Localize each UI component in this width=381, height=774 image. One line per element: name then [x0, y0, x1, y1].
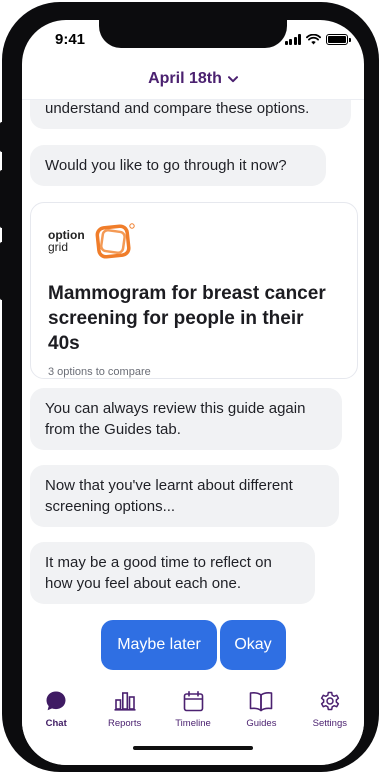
bar-chart-icon — [114, 692, 136, 711]
maybe-later-button[interactable]: Maybe later — [101, 620, 217, 670]
chat-thread[interactable]: understand and compare these options. Wo… — [22, 100, 364, 690]
volume-up-button — [0, 170, 4, 228]
chat-message: understand and compare these options. — [30, 100, 351, 129]
home-indicator — [133, 746, 253, 750]
status-time: 9:41 — [55, 31, 86, 48]
chat-message: You can always review this guide again f… — [30, 388, 342, 450]
brand-wordmark: option grid — [48, 228, 85, 254]
silent-switch — [0, 122, 4, 152]
tab-timeline[interactable]: Timeline — [159, 684, 227, 765]
screen: 9:41 April 18th understand and compare t… — [22, 20, 364, 765]
tab-guides[interactable]: Guides — [227, 684, 295, 765]
date-selector[interactable]: April 18th — [22, 64, 364, 100]
tab-label: Guides — [246, 718, 277, 729]
guide-subtitle: 3 options to compare — [48, 366, 151, 378]
chat-message: Now that you've learnt about different s… — [30, 465, 339, 527]
cellular-signal-icon — [284, 34, 301, 45]
tab-chat[interactable]: Chat — [22, 684, 90, 765]
chat-message: Would you like to go through it now? — [30, 145, 326, 186]
wifi-icon — [306, 34, 321, 45]
volume-down-button — [0, 242, 4, 300]
phone-frame: 9:41 April 18th understand and compare t… — [0, 2, 379, 772]
book-icon — [250, 691, 273, 711]
guide-title: Mammogram for breast cancer screening fo… — [48, 283, 326, 354]
date-title: April 18th — [148, 70, 222, 87]
tab-label: Reports — [107, 718, 142, 729]
okay-button[interactable]: Okay — [220, 620, 286, 670]
status-icons — [284, 33, 351, 45]
tab-label: Chat — [45, 718, 67, 729]
quick-reply-actions: Maybe later Okay — [22, 620, 364, 670]
notch — [99, 20, 287, 48]
tab-label: Timeline — [175, 718, 211, 729]
chevron-down-icon — [227, 75, 238, 82]
option-grid-logo-icon — [95, 223, 135, 259]
tab-bar: Chat Reports Timeline Guides Settings — [22, 684, 364, 765]
chat-message: It may be a good time to reflect on how … — [30, 542, 315, 604]
chat-bubble-icon — [46, 691, 66, 711]
calendar-icon — [183, 690, 203, 711]
tab-reports[interactable]: Reports — [90, 684, 158, 765]
tab-label: Settings — [312, 718, 347, 729]
gear-icon — [320, 691, 339, 711]
option-grid-logo: option grid — [48, 219, 340, 263]
guide-card[interactable]: option grid Mammogram for breast cancer … — [30, 202, 358, 379]
tab-settings[interactable]: Settings — [296, 684, 364, 765]
battery-icon — [326, 34, 351, 45]
